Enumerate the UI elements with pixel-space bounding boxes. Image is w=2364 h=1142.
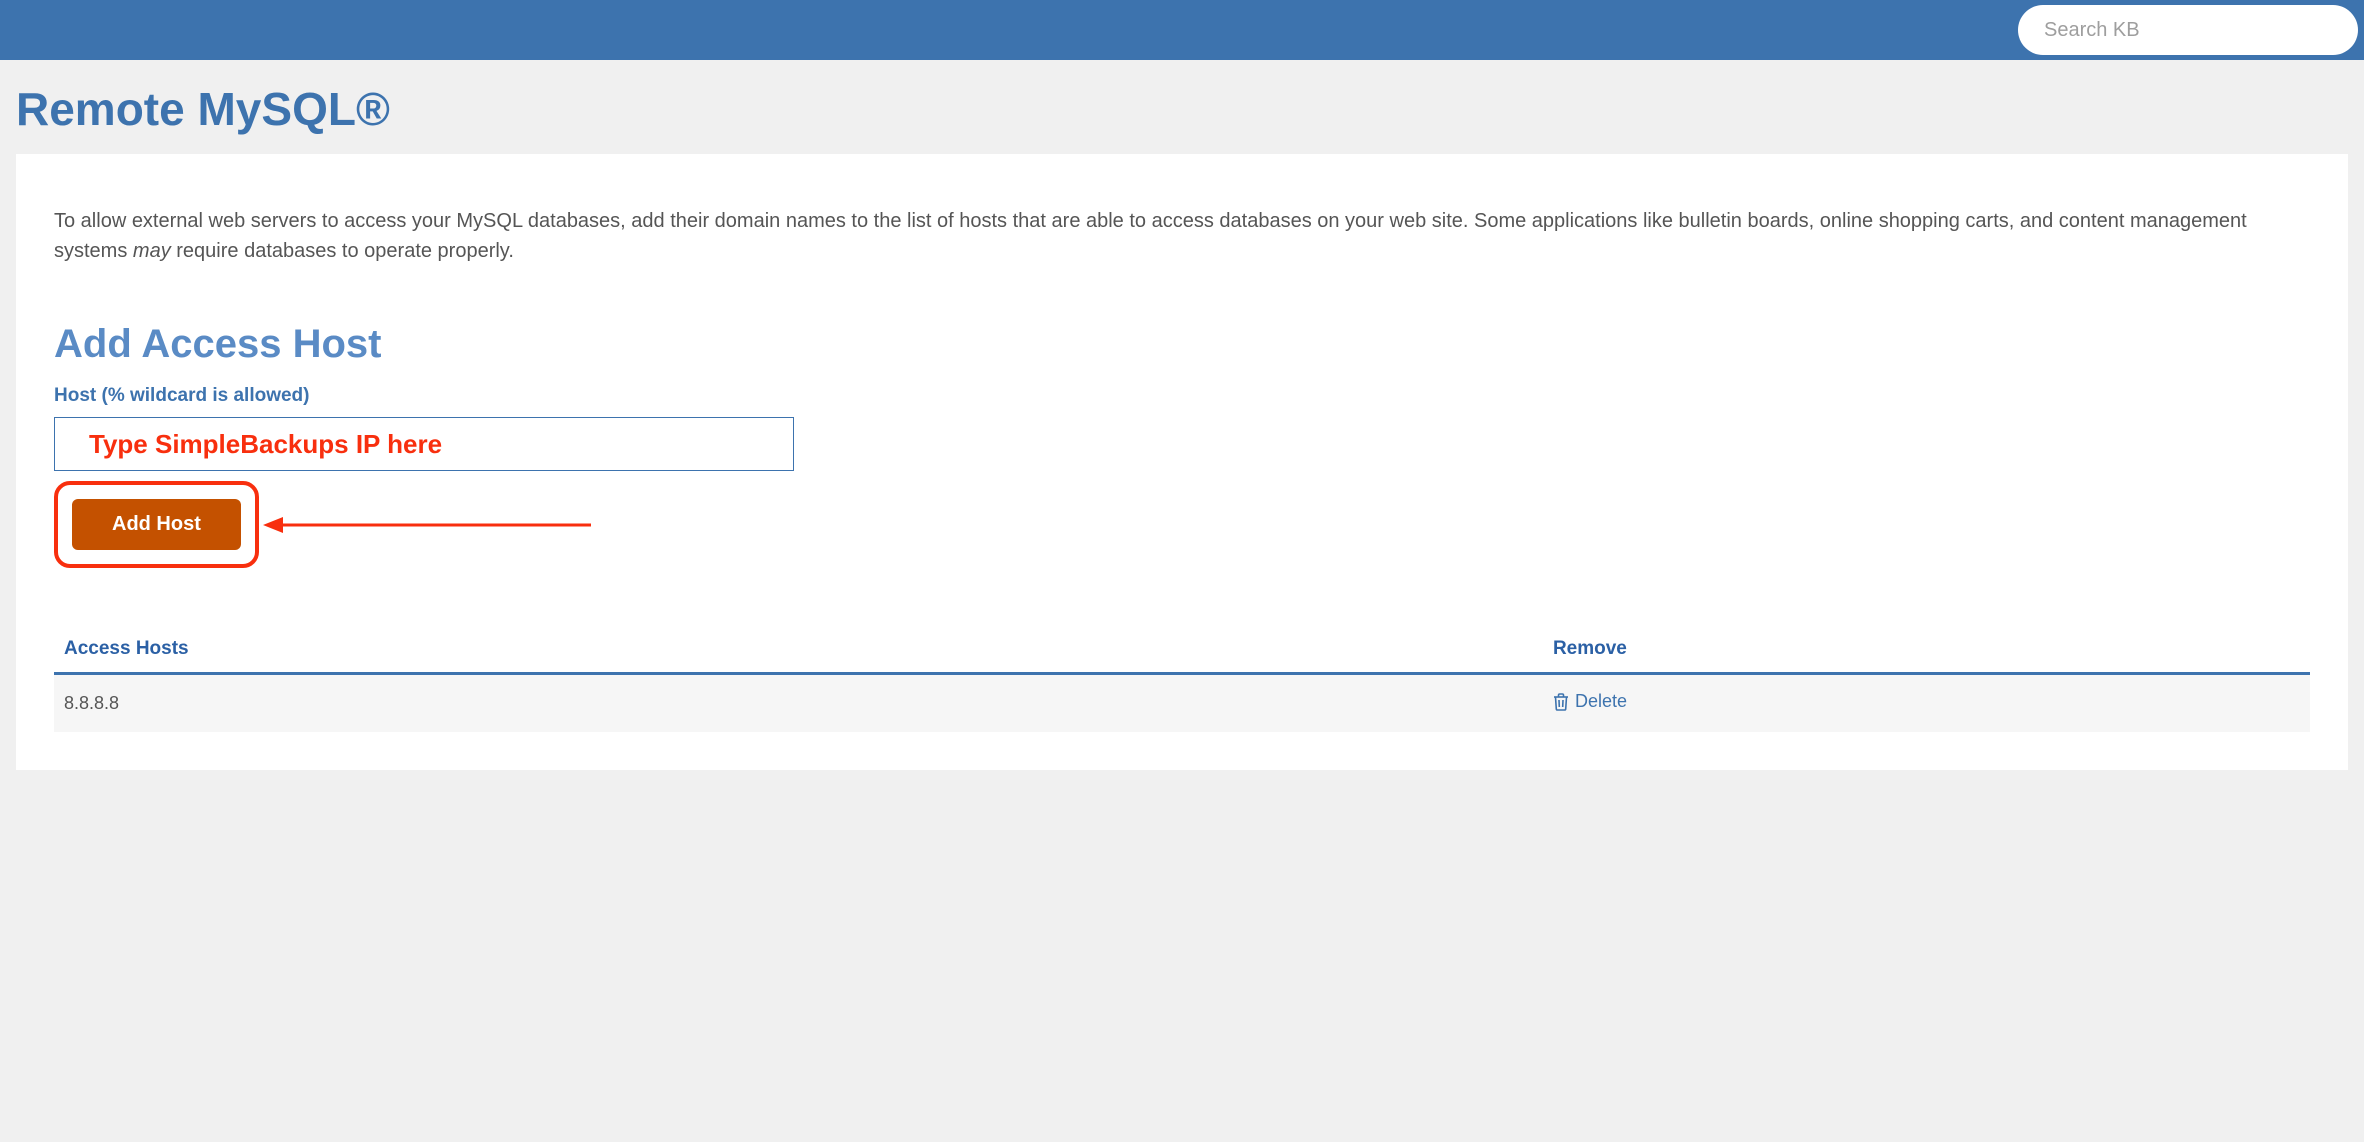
host-input-label: Host (% wildcard is allowed)	[54, 385, 2310, 407]
annotation-arrow-icon	[261, 515, 601, 535]
add-access-host-heading: Add Access Host	[54, 322, 2310, 367]
table-row: 8.8.8.8 Delete	[54, 674, 2310, 732]
content-panel: To allow external web servers to access …	[16, 154, 2348, 770]
page-title: Remote MySQL®	[0, 60, 2364, 154]
add-host-button[interactable]: Add Host	[72, 499, 241, 550]
description-text: To allow external web servers to access …	[54, 206, 2310, 266]
access-hosts-table: Access Hosts Remove 8.8.8.8	[54, 628, 2310, 732]
table-header-remove[interactable]: Remove	[1543, 628, 2310, 674]
search-input[interactable]	[2018, 5, 2358, 55]
delete-link[interactable]: Delete	[1553, 691, 1627, 712]
annotation-highlight: Add Host	[54, 481, 259, 568]
trash-icon	[1553, 693, 1569, 711]
description-emph: may	[133, 240, 171, 262]
host-input[interactable]	[54, 417, 794, 471]
delete-label: Delete	[1575, 691, 1627, 712]
top-bar	[0, 0, 2364, 60]
host-cell: 8.8.8.8	[54, 674, 1543, 732]
table-header-access-hosts[interactable]: Access Hosts	[54, 628, 1543, 674]
description-part2: require databases to operate properly.	[171, 240, 514, 262]
